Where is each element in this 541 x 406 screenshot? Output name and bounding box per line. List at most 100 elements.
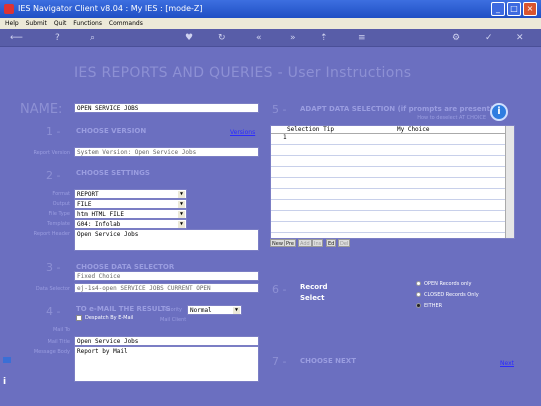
radio-closed-records[interactable]: CLOSED Records Only	[416, 292, 479, 298]
grid-del-button[interactable]: Del	[338, 239, 351, 247]
app-icon	[4, 4, 14, 14]
radio-open-records[interactable]: OPEN Records only	[416, 281, 472, 287]
step5-title: ADAPT DATA SELECTION (if prompts are pre…	[300, 105, 494, 113]
side-icons: i	[3, 357, 11, 397]
format-value: REPORT	[77, 191, 99, 198]
mail-title-field[interactable]: Open Service Jobs	[74, 336, 259, 346]
col-selection-tip: Selection Tip	[287, 126, 334, 133]
check-icon[interactable]: ✓	[485, 32, 493, 44]
forward-icon[interactable]: »	[290, 32, 296, 44]
step3-title: CHOOSE DATA SELECTOR	[76, 263, 175, 271]
template-label: Template	[47, 221, 70, 227]
menu-help[interactable]: Help	[5, 20, 19, 27]
report-header-field[interactable]: Open Service Jobs	[74, 229, 259, 251]
step5-hint: How to deselect AT CHOICE	[417, 115, 486, 121]
table-row[interactable]: 1	[271, 134, 506, 145]
grid-new-button[interactable]: New	[270, 239, 285, 247]
step7-number: 7 -	[272, 355, 287, 368]
settings-icon[interactable]: ⚙	[452, 32, 460, 44]
mail-to-label: Mail To	[52, 327, 70, 333]
info-icon[interactable]: i	[490, 103, 508, 121]
main-panel: IES REPORTS AND QUERIES - User Instructi…	[0, 47, 541, 406]
versions-link[interactable]: Versions	[230, 129, 255, 136]
chevron-down-icon[interactable]: ▼	[233, 307, 240, 314]
step6-number: 6 -	[272, 283, 287, 296]
chevron-down-icon[interactable]: ▼	[178, 191, 185, 198]
data-selector-field[interactable]: ej-1s4-open SERVICE JOBS CURRENT OPEN	[74, 283, 259, 293]
step4-number: 4 -	[46, 305, 61, 318]
table-row[interactable]	[271, 178, 506, 189]
table-row[interactable]	[271, 156, 506, 167]
radio-open-label: OPEN Records only	[424, 281, 472, 287]
step1-number: 1 -	[46, 125, 61, 138]
chevron-down-icon[interactable]: ▼	[178, 201, 185, 208]
step7-title: CHOOSE NEXT	[300, 357, 356, 365]
table-row[interactable]	[271, 211, 506, 222]
despatch-label: Despatch By E-Mail	[85, 315, 134, 321]
menu-icon[interactable]: ≡	[358, 32, 366, 44]
help-icon[interactable]: ?	[55, 32, 60, 44]
message-body-field[interactable]: Report by Mail	[74, 346, 259, 382]
close-icon[interactable]: ×	[523, 2, 537, 16]
chevron-down-icon[interactable]: ▼	[178, 211, 185, 218]
step5-number: 5 -	[272, 103, 287, 116]
menu-quit[interactable]: Quit	[54, 20, 67, 27]
step3-number: 3 -	[46, 261, 61, 274]
step6-title-select: Select	[300, 294, 325, 302]
menu-commands[interactable]: Commands	[109, 20, 143, 27]
grid-ins-button[interactable]: Ins	[312, 239, 324, 247]
despatch-checkbox[interactable]	[76, 315, 82, 321]
step6-title-record: Record	[300, 283, 328, 291]
filetype-label: File Type	[48, 211, 70, 217]
info-small-icon[interactable]: i	[3, 377, 11, 387]
radio-either[interactable]: EITHER	[416, 303, 442, 309]
page-heading: IES REPORTS AND QUERIES - User Instructi…	[74, 65, 412, 81]
table-row[interactable]	[271, 167, 506, 178]
search-icon[interactable]: ⌕	[90, 32, 95, 44]
data-selector-label: Data Selector	[35, 286, 70, 292]
step1-title: CHOOSE VERSION	[76, 127, 147, 135]
grid-add-button[interactable]: Add	[298, 239, 312, 247]
name-field[interactable]: OPEN SERVICE JOBS	[74, 103, 259, 113]
selection-grid[interactable]: Selection Tip My Choice 1	[270, 125, 515, 239]
name-label: NAME:	[20, 102, 63, 117]
radio-dot[interactable]	[416, 292, 421, 297]
maximize-icon[interactable]: □	[507, 2, 521, 16]
favourite-icon[interactable]: ♥	[185, 32, 193, 44]
upload-icon[interactable]: ⇡	[320, 32, 328, 44]
mail-title-label: Mail Title	[47, 339, 70, 345]
report-version-field[interactable]: System Version: Open Service Jobs	[74, 147, 259, 157]
output-select[interactable]: FILE ▼	[74, 199, 187, 209]
priority-select[interactable]: Normal ▼	[187, 305, 242, 315]
chevron-down-icon[interactable]: ▼	[178, 221, 185, 228]
minimize-icon[interactable]: _	[491, 2, 505, 16]
step2-title: CHOOSE SETTINGS	[76, 169, 150, 177]
grid-ed-button[interactable]: Ed	[326, 239, 337, 247]
radio-dot[interactable]	[416, 281, 421, 286]
row-number: 1	[283, 134, 287, 141]
mail-client-label: Mail Client	[160, 317, 187, 323]
window-title: IES Navigator Client v8.04 : My IES : [m…	[18, 4, 203, 13]
table-row[interactable]	[271, 145, 506, 156]
back-key-icon[interactable]: ⟵	[10, 32, 23, 44]
refresh-icon[interactable]: ↻	[218, 32, 226, 44]
template-select[interactable]: G04: Infolab ▼	[74, 219, 187, 229]
filetype-value: htm HTML FILE	[77, 211, 124, 218]
cancel-icon[interactable]: ✕	[516, 32, 524, 44]
next-link[interactable]: Next	[500, 360, 514, 367]
radio-dot-selected[interactable]	[416, 303, 421, 308]
grid-scrollbar[interactable]	[505, 126, 514, 238]
rewind-icon[interactable]: «	[256, 32, 262, 44]
step2-number: 2 -	[46, 169, 61, 182]
filetype-select[interactable]: htm HTML FILE ▼	[74, 209, 187, 219]
user-icon[interactable]	[3, 357, 11, 363]
grid-pre-button[interactable]: Pre	[284, 239, 296, 247]
table-row[interactable]	[271, 189, 506, 200]
fixed-choice-field[interactable]: Fixed Choice	[74, 271, 259, 281]
grid-header: Selection Tip My Choice	[271, 126, 506, 134]
menu-submit[interactable]: Submit	[26, 20, 47, 27]
table-row[interactable]	[271, 200, 506, 211]
menu-functions[interactable]: Functions	[73, 20, 102, 27]
table-row[interactable]	[271, 222, 506, 233]
format-select[interactable]: REPORT ▼	[74, 189, 187, 199]
